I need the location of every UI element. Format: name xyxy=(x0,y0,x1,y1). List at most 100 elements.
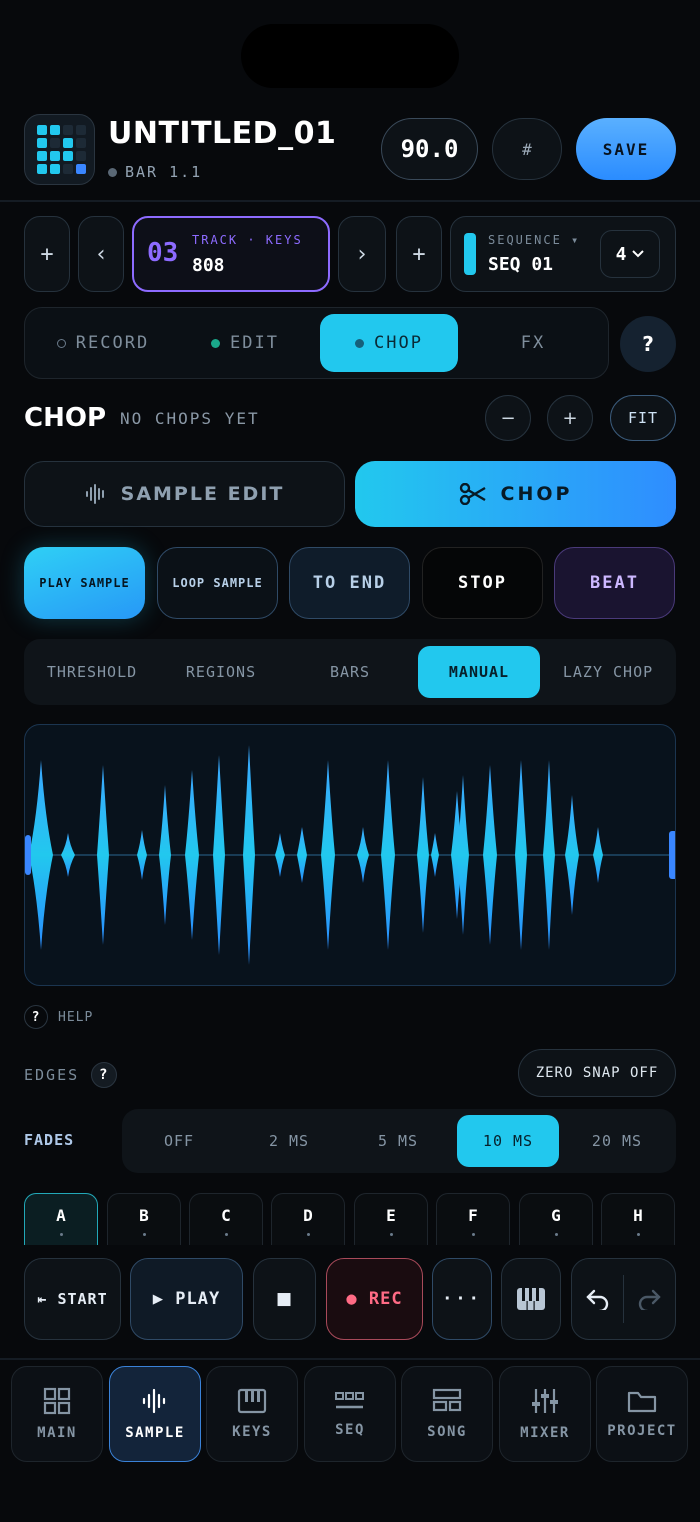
pad-label: H xyxy=(633,1206,643,1225)
nav-mixer[interactable]: MIXER xyxy=(499,1366,591,1462)
help-label: HELP xyxy=(58,1009,94,1025)
sequence-name: SEQ 01 xyxy=(488,254,554,275)
waveform-peak xyxy=(381,760,395,950)
waveform-peak xyxy=(29,760,53,950)
stop-sample-button[interactable]: STOP xyxy=(422,547,543,619)
save-button[interactable]: SAVE xyxy=(576,118,676,180)
waveform-display[interactable] xyxy=(24,724,676,986)
pad-b[interactable]: B xyxy=(107,1193,181,1245)
nav-label: KEYS xyxy=(232,1424,272,1440)
pad-d[interactable]: D xyxy=(271,1193,345,1245)
edit-dot-icon xyxy=(211,338,221,348)
waveform-peak xyxy=(61,833,75,877)
key-button[interactable]: # xyxy=(492,118,562,180)
add-sequence-button[interactable]: + xyxy=(396,216,442,292)
device-notch xyxy=(241,24,459,88)
track-type-label: TRACK · KEYS xyxy=(192,233,303,247)
tab-chop[interactable]: CHOP xyxy=(320,314,458,372)
record-button[interactable]: ● REC xyxy=(326,1258,423,1340)
pad-f[interactable]: F xyxy=(436,1193,510,1245)
sequence-length-dropdown[interactable]: 4 xyxy=(600,230,660,278)
keyboard-icon xyxy=(237,1388,267,1414)
waveform-peak xyxy=(321,760,335,950)
waveform-icon xyxy=(85,484,104,504)
chop-button[interactable]: CHOP xyxy=(355,461,676,527)
fade-10ms[interactable]: 10 MS xyxy=(457,1115,559,1167)
tab-edit[interactable]: EDIT xyxy=(180,314,310,372)
waveform-peak xyxy=(431,833,439,877)
tab-label: FX xyxy=(520,333,546,353)
mixer-faders-icon xyxy=(532,1389,558,1413)
fade-20ms[interactable]: 20 MS xyxy=(566,1115,668,1167)
pad-h[interactable]: H xyxy=(601,1193,675,1245)
track-number: 03 xyxy=(147,238,179,268)
nav-label: PROJECT xyxy=(607,1423,677,1439)
sample-edit-button[interactable]: SAMPLE EDIT xyxy=(24,461,345,527)
play-button[interactable]: ▶ PLAY xyxy=(130,1258,243,1340)
pad-g[interactable]: G xyxy=(519,1193,593,1245)
waveform-peak xyxy=(515,760,527,950)
undo-redo-group xyxy=(571,1258,676,1340)
add-track-button[interactable]: + xyxy=(24,216,70,292)
help-row[interactable]: ? HELP xyxy=(24,1005,93,1029)
pad-c[interactable]: C xyxy=(189,1193,263,1245)
zoom-out-button[interactable]: − xyxy=(485,395,531,441)
more-button[interactable]: ··· xyxy=(432,1258,492,1340)
nav-main[interactable]: MAIN xyxy=(11,1366,103,1462)
go-to-start-button[interactable]: ⇤ START xyxy=(24,1258,121,1340)
tab-label: RECORD xyxy=(75,333,150,353)
to-end-button[interactable]: TO END xyxy=(289,547,410,619)
nav-project[interactable]: PROJECT xyxy=(596,1366,688,1462)
project-title[interactable]: UNTITLED_01 xyxy=(108,116,336,151)
waveform-peak xyxy=(417,777,429,933)
undo-button[interactable] xyxy=(573,1288,623,1310)
bar-position-label: BAR 1.1 xyxy=(125,163,203,181)
waveform-peak xyxy=(593,827,603,883)
pad-a[interactable]: A xyxy=(24,1193,98,1245)
chop-dot-icon xyxy=(355,338,365,348)
fades-label: FADES xyxy=(24,1131,75,1149)
waveform-end-handle[interactable] xyxy=(669,831,676,879)
nav-seq[interactable]: SEQ xyxy=(304,1366,396,1462)
beat-button[interactable]: BEAT xyxy=(554,547,675,619)
fade-5ms[interactable]: 5 MS xyxy=(347,1115,449,1167)
tab-fx[interactable]: FX xyxy=(468,314,598,372)
edges-label: EDGES xyxy=(24,1066,80,1084)
piano-icon xyxy=(517,1288,545,1310)
keyboard-button[interactable] xyxy=(501,1258,561,1340)
stop-button[interactable]: ■ xyxy=(253,1258,316,1340)
waveform-icon xyxy=(142,1388,166,1414)
zoom-in-button[interactable]: + xyxy=(547,395,593,441)
song-layout-icon xyxy=(432,1388,462,1412)
prev-track-button[interactable]: ‹ xyxy=(78,216,124,292)
tab-record[interactable]: RECORD xyxy=(38,314,168,372)
nav-song[interactable]: SONG xyxy=(401,1366,493,1462)
chop-mode-manual[interactable]: MANUAL xyxy=(418,646,540,698)
pad-e[interactable]: E xyxy=(354,1193,428,1245)
edges-help-icon[interactable]: ? xyxy=(91,1062,118,1088)
nav-label: MAIN xyxy=(37,1425,77,1441)
chop-mode-threshold[interactable]: THRESHOLD xyxy=(31,646,153,698)
waveform-peak xyxy=(483,765,497,945)
fade-2ms[interactable]: 2 MS xyxy=(238,1115,340,1167)
fit-button[interactable]: FIT xyxy=(610,395,676,441)
chop-mode-bars[interactable]: BARS xyxy=(289,646,411,698)
mode-help-button[interactable]: ? xyxy=(620,316,676,372)
redo-button[interactable] xyxy=(624,1288,674,1310)
play-sample-button[interactable]: PLAY SAMPLE xyxy=(24,547,145,619)
pad-label: F xyxy=(468,1206,478,1225)
next-track-button[interactable]: › xyxy=(338,216,386,292)
waveform-start-handle[interactable] xyxy=(25,835,31,875)
chop-mode-regions[interactable]: REGIONS xyxy=(160,646,282,698)
zero-snap-toggle[interactable]: ZERO SNAP OFF xyxy=(518,1049,676,1097)
tempo-button[interactable]: 90.0 xyxy=(381,118,478,180)
nav-sample[interactable]: SAMPLE xyxy=(109,1366,201,1462)
bar-position: BAR 1.1 xyxy=(108,163,202,181)
sequence-length-value: 4 xyxy=(615,243,627,265)
sequencer-icon xyxy=(335,1392,364,1409)
fade-off[interactable]: OFF xyxy=(128,1115,230,1167)
loop-sample-button[interactable]: LOOP SAMPLE xyxy=(157,547,278,619)
pad-label: A xyxy=(56,1206,66,1225)
chop-mode-lazy-chop[interactable]: LAZY CHOP xyxy=(547,646,669,698)
nav-keys[interactable]: KEYS xyxy=(206,1366,298,1462)
